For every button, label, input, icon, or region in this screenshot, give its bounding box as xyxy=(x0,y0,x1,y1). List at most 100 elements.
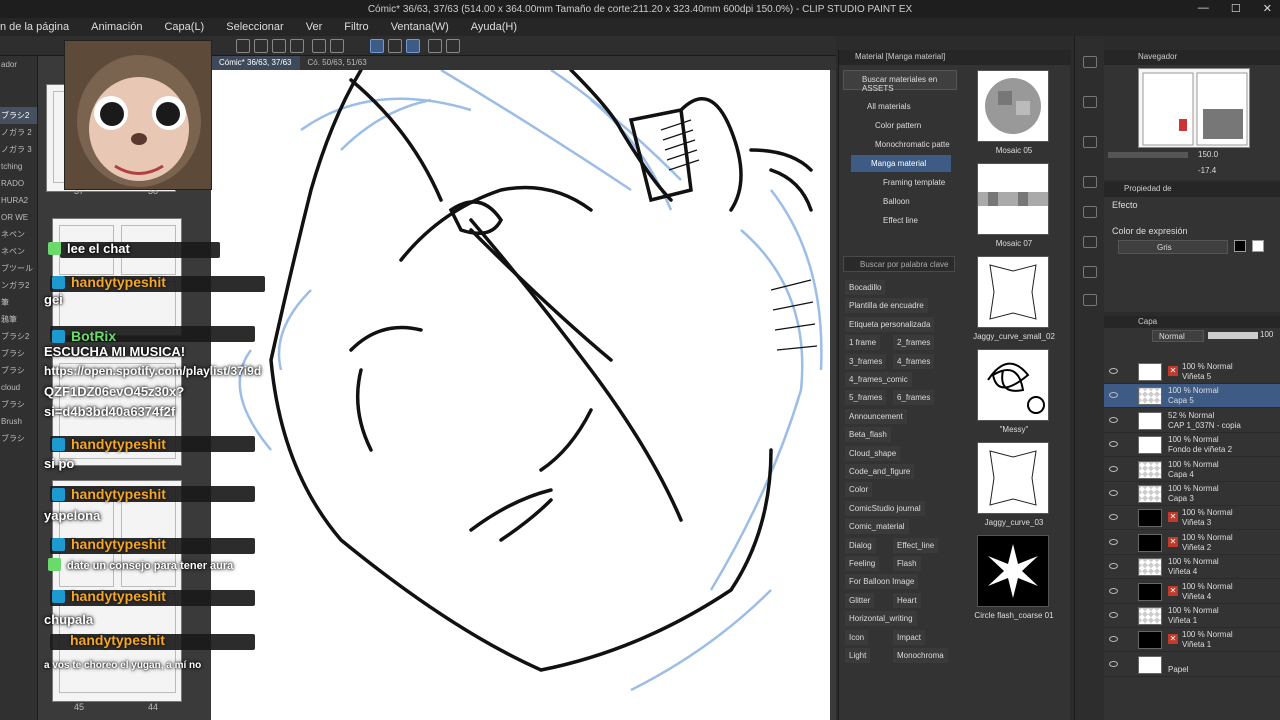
subtool-item[interactable]: Brush xyxy=(0,413,37,430)
material-tag[interactable]: Cloud_shape xyxy=(845,445,901,461)
main-color-swatch[interactable] xyxy=(1234,240,1246,252)
menu-help[interactable]: Ayuda(H) xyxy=(471,21,517,33)
material-tag[interactable]: Glitter xyxy=(845,592,875,608)
fill-icon[interactable] xyxy=(272,39,286,53)
layer-row[interactable]: ✕ 100 % Normal Viñeta 3 xyxy=(1104,506,1280,531)
snap-icon[interactable] xyxy=(330,39,344,53)
material-tag[interactable]: Dialog xyxy=(845,537,876,553)
layer-row[interactable]: 100 % Normal Capa 3 xyxy=(1104,482,1280,506)
pen-snap-icon[interactable] xyxy=(388,39,402,53)
material-tag[interactable]: 2_frames xyxy=(893,335,935,351)
material-thumbnail[interactable] xyxy=(977,442,1049,514)
material-tree-item[interactable]: Monochromatic patte xyxy=(855,136,951,153)
layer-row[interactable]: 52 % Normal CAP 1_037N - copia xyxy=(1104,409,1280,433)
refresh-icon[interactable] xyxy=(428,39,442,53)
eye-icon[interactable] xyxy=(1109,368,1118,374)
subtool-item[interactable]: tching xyxy=(0,158,37,175)
material-tag[interactable]: Heart xyxy=(893,592,921,608)
material-tree-item[interactable]: Manga material xyxy=(851,155,951,172)
menu-filter[interactable]: Filtro xyxy=(344,21,368,33)
layer-row[interactable]: ✕ 100 % Normal Viñeta 1 xyxy=(1104,628,1280,653)
material-tag[interactable]: 4_frames xyxy=(893,353,935,369)
special-ruler-icon[interactable] xyxy=(406,39,420,53)
material-tag[interactable]: Feeling xyxy=(845,556,880,571)
subtool-item[interactable]: ンガラ2 xyxy=(0,277,37,294)
layer-row[interactable]: 100 % Normal Capa 5 xyxy=(1104,384,1280,409)
material-tree-item[interactable]: All materials xyxy=(847,98,951,115)
subtool-item[interactable]: ブツール xyxy=(0,260,37,277)
opacity-slider[interactable] xyxy=(1208,332,1258,339)
subtool-item[interactable]: cloud xyxy=(0,379,37,396)
subtool-item[interactable]: 筆 xyxy=(0,294,37,311)
expression-color-select[interactable]: Gris xyxy=(1118,240,1228,254)
subtool-item[interactable]: ブラシ2 xyxy=(0,328,37,345)
rotation-value[interactable]: -17.4 xyxy=(1198,166,1216,175)
mask-icon[interactable]: ✕ xyxy=(1168,536,1178,547)
layer-row[interactable]: ✕ 100 % Normal Viñeta 4 xyxy=(1104,580,1280,604)
material-tag[interactable]: ComicStudio journal xyxy=(845,500,925,516)
layer-row[interactable]: 100 % Normal Viñeta 1 xyxy=(1104,604,1280,628)
subtool-item[interactable]: OR WE xyxy=(0,209,37,226)
panel-toggle-icon[interactable] xyxy=(1083,136,1097,148)
panel-toggle-icon[interactable] xyxy=(1083,56,1097,68)
material-tag[interactable]: 3_frames xyxy=(845,353,887,369)
canvas-tab[interactable]: Có. 50/63, 51/63 xyxy=(300,56,375,70)
material-tag[interactable]: For Balloon Image xyxy=(845,574,919,590)
material-tag[interactable]: Code_and_figure xyxy=(845,464,915,479)
subtool-item[interactable]: ブラシ xyxy=(0,396,37,413)
eye-icon[interactable] xyxy=(1109,392,1118,399)
subtool-item[interactable]: ブラシ xyxy=(0,362,37,379)
panel-toggle-icon[interactable] xyxy=(1083,96,1097,108)
subtool-item[interactable]: ノガラ 2 xyxy=(0,124,37,141)
panel-toggle-icon[interactable] xyxy=(1083,236,1097,248)
menu-page[interactable]: n de la página xyxy=(0,21,69,33)
material-thumbnail[interactable] xyxy=(977,163,1049,235)
minimize-button[interactable]: — xyxy=(1198,2,1209,15)
mask-icon[interactable]: ✕ xyxy=(1168,634,1178,645)
material-tag[interactable]: 5_frames xyxy=(845,390,887,406)
material-tag[interactable]: Plantilla de encuadre xyxy=(845,298,928,314)
crop-icon[interactable] xyxy=(290,39,304,53)
mask-icon[interactable]: ✕ xyxy=(1168,585,1178,596)
subtool-item[interactable]: ブラシ2 xyxy=(0,107,37,124)
zoom-slider[interactable] xyxy=(1108,152,1188,158)
canvas-tab-active[interactable]: Cómic* 36/63, 37/63 xyxy=(211,56,300,70)
material-tag[interactable]: Color xyxy=(845,482,873,498)
subtool-item[interactable]: ネペン xyxy=(0,226,37,243)
material-tree-item[interactable]: Effect line xyxy=(863,212,951,229)
eye-icon[interactable] xyxy=(1109,587,1118,594)
menu-select[interactable]: Seleccionar xyxy=(226,21,283,33)
subtool-item[interactable]: ブラシ xyxy=(0,345,37,362)
subtool-item[interactable]: ador xyxy=(0,56,37,73)
layer-row[interactable]: 100 % Normal Capa 4 xyxy=(1104,458,1280,482)
eye-icon[interactable] xyxy=(1109,636,1118,643)
menu-window[interactable]: Ventana(W) xyxy=(391,21,449,33)
material-tag[interactable]: Flash xyxy=(893,556,921,571)
material-thumbnail[interactable] xyxy=(977,70,1049,142)
subtool-item[interactable]: RADO xyxy=(0,175,37,192)
subtool-item[interactable]: 鴉筆 xyxy=(0,311,37,328)
panel-toggle-icon[interactable] xyxy=(1083,206,1097,218)
zoom-value[interactable]: 150.0 xyxy=(1198,150,1218,159)
menu-view[interactable]: Ver xyxy=(306,21,323,33)
eye-icon[interactable] xyxy=(1109,612,1118,618)
material-tag[interactable]: Etiqueta personalizada xyxy=(845,316,935,332)
material-tag[interactable]: Light xyxy=(845,648,871,663)
help-icon[interactable] xyxy=(446,39,460,53)
blend-mode-select[interactable]: Normal xyxy=(1152,330,1204,342)
material-tag[interactable]: Comic_material xyxy=(845,519,909,535)
material-tree-item[interactable]: Framing template xyxy=(863,174,951,191)
maximize-button[interactable]: ☐ xyxy=(1231,2,1241,15)
material-tag[interactable]: Beta_flash xyxy=(845,427,891,443)
settings-icon[interactable] xyxy=(236,39,250,53)
material-search-input[interactable]: Buscar por palabra clave xyxy=(843,256,955,272)
layer-row[interactable]: ✕ 100 % Normal Viñeta 2 xyxy=(1104,531,1280,555)
layer-row[interactable]: Papel xyxy=(1104,653,1280,677)
subtool-item[interactable]: HURA2 xyxy=(0,192,37,209)
material-thumbnail[interactable] xyxy=(977,349,1049,421)
material-tag[interactable]: Effect_line xyxy=(893,537,939,553)
eye-icon[interactable] xyxy=(1109,490,1118,496)
canvas-scrollbar[interactable] xyxy=(830,70,836,720)
material-tag[interactable]: Bocadillo xyxy=(845,280,886,295)
eye-icon[interactable] xyxy=(1109,416,1118,423)
